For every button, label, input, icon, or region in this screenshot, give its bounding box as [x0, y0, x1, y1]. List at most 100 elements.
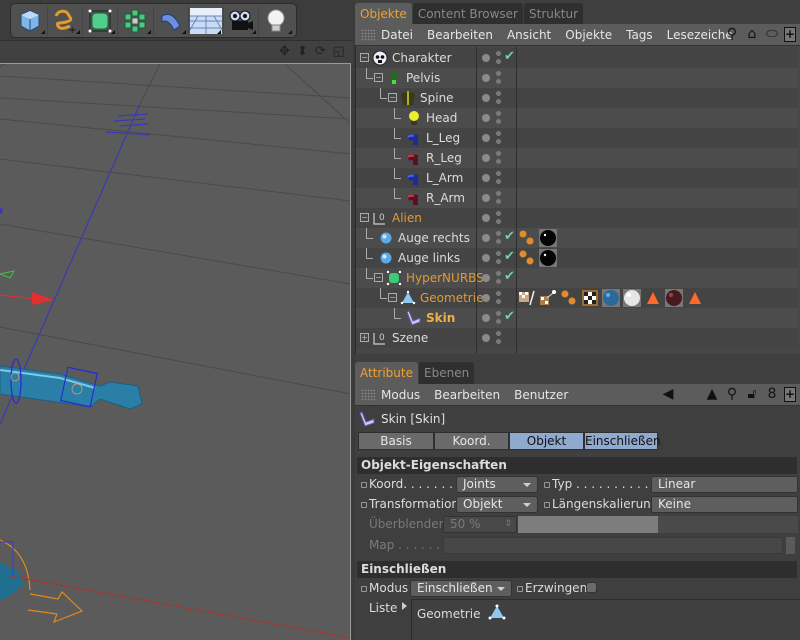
editor-visibility-dot[interactable]	[496, 111, 501, 116]
render-visibility-dot[interactable]	[496, 279, 501, 284]
object-name[interactable]: Pelvis	[406, 71, 440, 85]
editor-visibility-dot[interactable]	[496, 211, 501, 216]
expand-icon[interactable]: +	[360, 333, 369, 342]
object-row[interactable]: L_Leg	[356, 128, 798, 148]
subtab-basis[interactable]: Basis	[358, 432, 434, 450]
object-name[interactable]: Szene	[392, 331, 428, 345]
enabled-check-icon[interactable]: ✔	[504, 249, 515, 264]
include-list[interactable]: Geometrie	[411, 599, 800, 640]
animate-toggle[interactable]	[544, 502, 550, 508]
object-name[interactable]: Geometrie	[420, 291, 483, 305]
eye-icon[interactable]: ⬭	[764, 26, 780, 43]
layer-dot[interactable]	[482, 74, 490, 82]
editor-visibility-dot[interactable]	[496, 191, 501, 196]
menu-ansicht[interactable]: Ansicht	[507, 28, 551, 42]
camera-tool-button[interactable]	[224, 6, 259, 36]
object-row[interactable]: L_Arm	[356, 168, 798, 188]
phong-tag-icon[interactable]	[560, 289, 578, 307]
map-scrollbar[interactable]	[786, 537, 795, 554]
editor-visibility-dot[interactable]	[496, 71, 501, 76]
object-row[interactable]: − Spine	[356, 88, 798, 108]
render-visibility-dot[interactable]	[496, 139, 501, 144]
menu-tags[interactable]: Tags	[626, 28, 653, 42]
animate-toggle[interactable]	[361, 502, 367, 508]
render-visibility-dot[interactable]	[496, 199, 501, 204]
editor-visibility-dot[interactable]	[496, 171, 501, 176]
ueberblenden-input[interactable]: 50 % ⇕	[443, 516, 517, 533]
zoom-icon[interactable]: ⬍	[296, 44, 309, 60]
light-tool-button[interactable]	[259, 6, 294, 36]
menu-modus[interactable]: Modus	[381, 388, 420, 402]
subtab-koord[interactable]: Koord.	[434, 432, 509, 450]
editor-visibility-dot[interactable]	[496, 91, 501, 96]
editor-visibility-dot[interactable]	[496, 151, 501, 156]
vertex-map-tag-icon[interactable]	[539, 289, 557, 307]
enabled-check-icon[interactable]: ✔	[504, 229, 515, 244]
object-row[interactable]: R_Leg	[356, 148, 798, 168]
back-arrow-icon[interactable]: ◀	[660, 386, 676, 403]
object-name[interactable]: R_Arm	[426, 191, 465, 205]
object-name[interactable]: Spine	[420, 91, 454, 105]
collapse-icon[interactable]: −	[360, 213, 369, 222]
layer-dot[interactable]	[482, 314, 490, 322]
modus-dropdown[interactable]: Einschließen	[410, 580, 512, 597]
layer-dot[interactable]	[482, 274, 490, 282]
material-darkred-icon[interactable]	[665, 289, 683, 307]
ueberblenden-slider[interactable]	[518, 516, 798, 533]
object-name[interactable]: Auge links	[398, 251, 460, 265]
floor-tool-button[interactable]	[189, 6, 224, 36]
object-name[interactable]: Alien	[392, 211, 422, 225]
render-visibility-dot[interactable]	[496, 299, 501, 304]
render-visibility-dot[interactable]	[496, 119, 501, 124]
layer-dot[interactable]	[482, 234, 490, 242]
render-visibility-dot[interactable]	[496, 219, 501, 224]
object-row[interactable]: Auge rechts ✔	[356, 228, 798, 248]
tab-attribute[interactable]: Attribute	[355, 362, 418, 384]
tab-objekte[interactable]: Objekte	[355, 3, 412, 25]
render-visibility-dot[interactable]	[496, 159, 501, 164]
spline-tool-button[interactable]: +	[48, 6, 84, 36]
object-name[interactable]: R_Leg	[426, 151, 462, 165]
layer-dot[interactable]	[482, 254, 490, 262]
editor-visibility-dot[interactable]	[496, 251, 501, 256]
render-visibility-dot[interactable]	[496, 99, 501, 104]
deformer-tool-button[interactable]	[154, 6, 189, 36]
layer-dot[interactable]	[482, 294, 490, 302]
animate-toggle[interactable]	[517, 586, 523, 592]
lock-icon[interactable]: 🔓︎	[744, 386, 760, 403]
include-list-item[interactable]: Geometrie	[417, 607, 480, 621]
nurbs-tool-button[interactable]	[83, 6, 119, 36]
object-row[interactable]: Head	[356, 108, 798, 128]
object-row[interactable]: Auge links ✔	[356, 248, 798, 268]
new-window-icon[interactable]: +	[784, 387, 796, 402]
material-black-icon[interactable]	[539, 229, 557, 247]
enabled-check-icon[interactable]: ✔	[504, 309, 515, 324]
render-visibility-dot[interactable]	[496, 319, 501, 324]
object-name[interactable]: Head	[426, 111, 457, 125]
transformation-dropdown[interactable]: Objekt	[456, 496, 538, 513]
menu-benutzer[interactable]: Benutzer	[514, 388, 568, 402]
selection-tag-icon[interactable]	[686, 289, 704, 307]
menu-lesezeichen[interactable]: Lesezeiche	[667, 28, 733, 42]
collapse-icon[interactable]: −	[388, 293, 397, 302]
3d-viewport[interactable]	[0, 63, 351, 640]
layer-dot[interactable]	[482, 134, 490, 142]
animate-toggle[interactable]	[544, 482, 550, 488]
object-name[interactable]: Auge rechts	[398, 231, 470, 245]
selection-tag-icon[interactable]	[644, 289, 662, 307]
search-icon[interactable]: ⚲	[724, 386, 740, 403]
search-icon[interactable]: ⚲	[724, 26, 740, 43]
collapse-icon[interactable]: −	[388, 93, 397, 102]
object-row[interactable]: R_Arm	[356, 188, 798, 208]
expand-arrow-icon[interactable]	[402, 602, 407, 610]
render-visibility-dot[interactable]	[496, 79, 501, 84]
array-tool-button[interactable]	[118, 6, 154, 36]
editor-visibility-dot[interactable]	[496, 331, 501, 336]
object-row[interactable]: − Charakter ✔	[356, 48, 798, 68]
layer-dot[interactable]	[482, 114, 490, 122]
stepper-icon[interactable]: ⇕	[504, 517, 512, 532]
grip-handle[interactable]	[361, 28, 375, 41]
editor-visibility-dot[interactable]	[496, 311, 501, 316]
layer-dot[interactable]	[482, 174, 490, 182]
collapse-icon[interactable]: −	[360, 53, 369, 62]
